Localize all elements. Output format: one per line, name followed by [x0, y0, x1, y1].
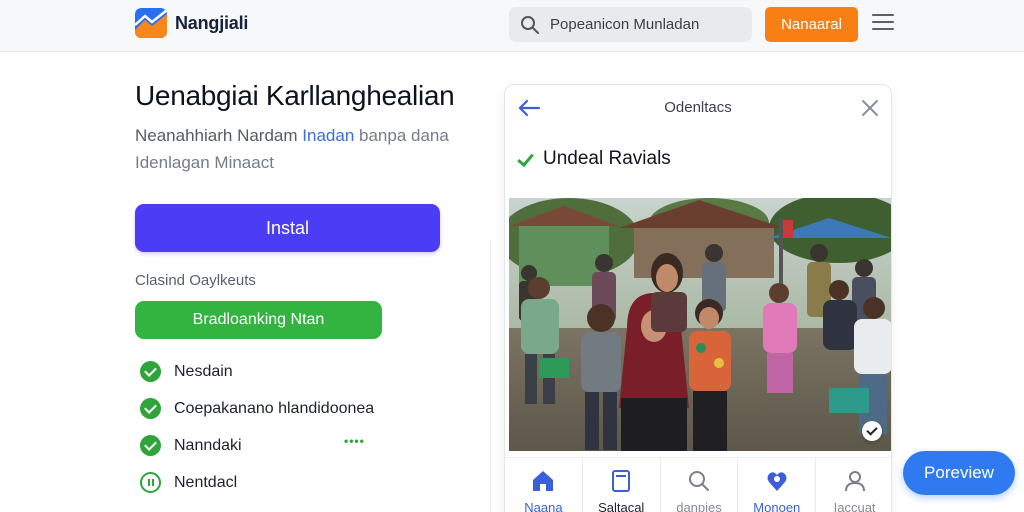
tab-label: danpies — [676, 500, 722, 512]
checklist-item[interactable]: Nanndaki — [140, 427, 374, 464]
document-icon — [612, 470, 631, 492]
top-bar: Nangjiali Nanaaral — [0, 0, 1024, 52]
tab-label: Iaccuat — [833, 500, 876, 512]
checklist-item-label: Nanndaki — [174, 436, 242, 454]
search-icon — [688, 471, 709, 491]
photo-check-icon[interactable] — [862, 421, 882, 441]
tab-account[interactable]: Iaccuat — [816, 458, 891, 512]
tab-label: Saltacal — [598, 500, 645, 512]
column-divider — [490, 240, 491, 512]
card-status: Undeal Ravials — [517, 148, 671, 170]
page-subtitle: Neanahhiarh Nardam Inadan banpa dana Ide… — [135, 122, 465, 176]
checkmark-icon — [517, 151, 533, 167]
search-bar[interactable] — [509, 7, 752, 42]
close-icon[interactable] — [859, 97, 881, 119]
feature-checklist: Nesdain Coepakanano hlandidoonea Nanndak… — [140, 353, 374, 501]
brand-logo-icon — [135, 8, 167, 38]
preview-button[interactable]: Poreview — [903, 451, 1015, 495]
tab-label: Monoen — [753, 500, 801, 512]
community-photo[interactable] — [509, 198, 891, 451]
subtitle-line-two: Idenlagan Minaact — [135, 153, 274, 172]
checklist-item[interactable]: Coepakanano hlandidoonea — [140, 390, 374, 427]
subtitle-text: Neanahhiarh Nardam — [135, 126, 298, 145]
tab-home[interactable]: Naana — [505, 458, 583, 512]
heart-location-icon — [767, 472, 787, 491]
header-cta-button[interactable]: Nanaaral — [765, 7, 858, 42]
check-circle-icon — [140, 435, 161, 456]
download-plan-button[interactable]: Bradloanking Ntan — [135, 301, 382, 339]
checklist-item-label: Coepakanano hlandidoonea — [174, 399, 375, 417]
brand[interactable]: Nangjiali — [135, 8, 248, 38]
tab-search[interactable]: danpies — [661, 458, 739, 512]
check-circle-icon — [140, 361, 161, 382]
subtitle-link[interactable]: Inadan — [302, 126, 354, 145]
checklist-item-label: Nesdain — [174, 362, 233, 380]
install-button[interactable]: Instal — [135, 204, 440, 252]
user-icon — [844, 471, 865, 492]
details-card: Odenltacs Undeal Ravials Naana Saltacal … — [504, 84, 892, 512]
page-title: Uenabgiai Karllanghealian — [135, 80, 455, 111]
bottom-tab-bar: Naana Saltacal danpies Monoen Iaccuat — [505, 457, 891, 512]
home-icon — [533, 471, 554, 491]
checklist-item[interactable]: Nesdain — [140, 353, 374, 390]
tab-monoen[interactable]: Monoen — [738, 458, 817, 512]
search-icon — [521, 15, 539, 34]
subtitle-text-tail: banpa dana — [359, 126, 449, 145]
menu-icon[interactable] — [872, 14, 894, 34]
checklist-item[interactable]: Nentdacl — [140, 464, 374, 501]
card-status-text: Undeal Ravials — [543, 148, 671, 169]
checklist-item-label: Nentdacl — [174, 473, 238, 491]
options-section-label: Clasind Oaylkeuts — [135, 272, 256, 289]
search-input[interactable] — [550, 16, 740, 33]
tab-saved[interactable]: Saltacal — [583, 458, 661, 512]
tab-label: Naana — [524, 500, 563, 512]
card-title: Odenltacs — [664, 99, 732, 116]
pause-circle-icon — [140, 472, 161, 493]
brand-name: Nangjiali — [175, 12, 249, 33]
progress-dots: •••• — [344, 434, 365, 448]
check-circle-icon — [140, 398, 161, 419]
